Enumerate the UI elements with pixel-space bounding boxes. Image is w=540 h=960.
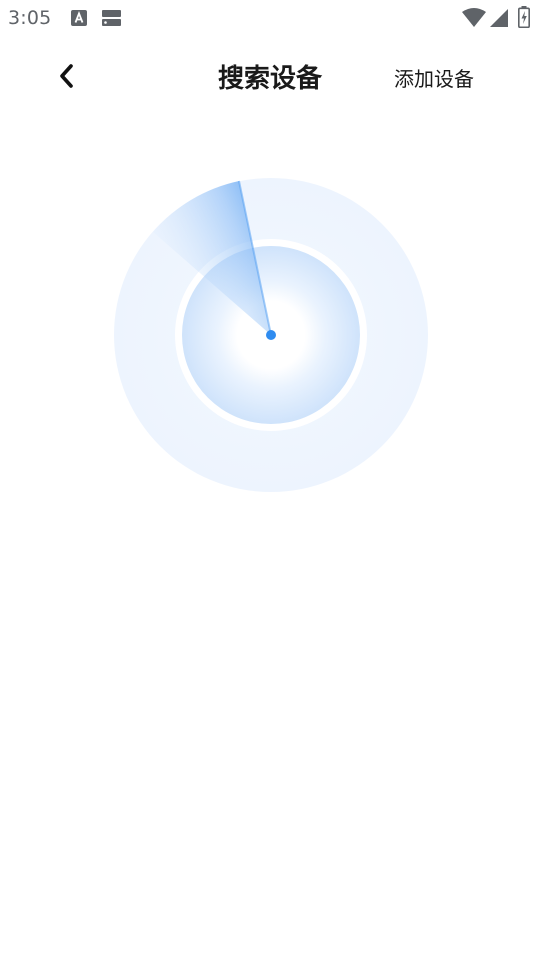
header: 搜索设备 添加设备 [0,46,540,106]
status-time: 3:05 [8,7,52,29]
signal-icon [489,8,509,32]
font-a-icon [71,10,87,30]
storage-icon [102,10,121,30]
add-device-button[interactable]: 添加设备 [394,63,474,92]
radar-graphic [114,178,428,492]
wifi-icon [462,8,486,32]
battery-charging-icon [518,6,530,32]
radar-scan [113,177,429,493]
status-bar: 3:05 [0,0,540,38]
radar-center-dot [266,330,276,340]
